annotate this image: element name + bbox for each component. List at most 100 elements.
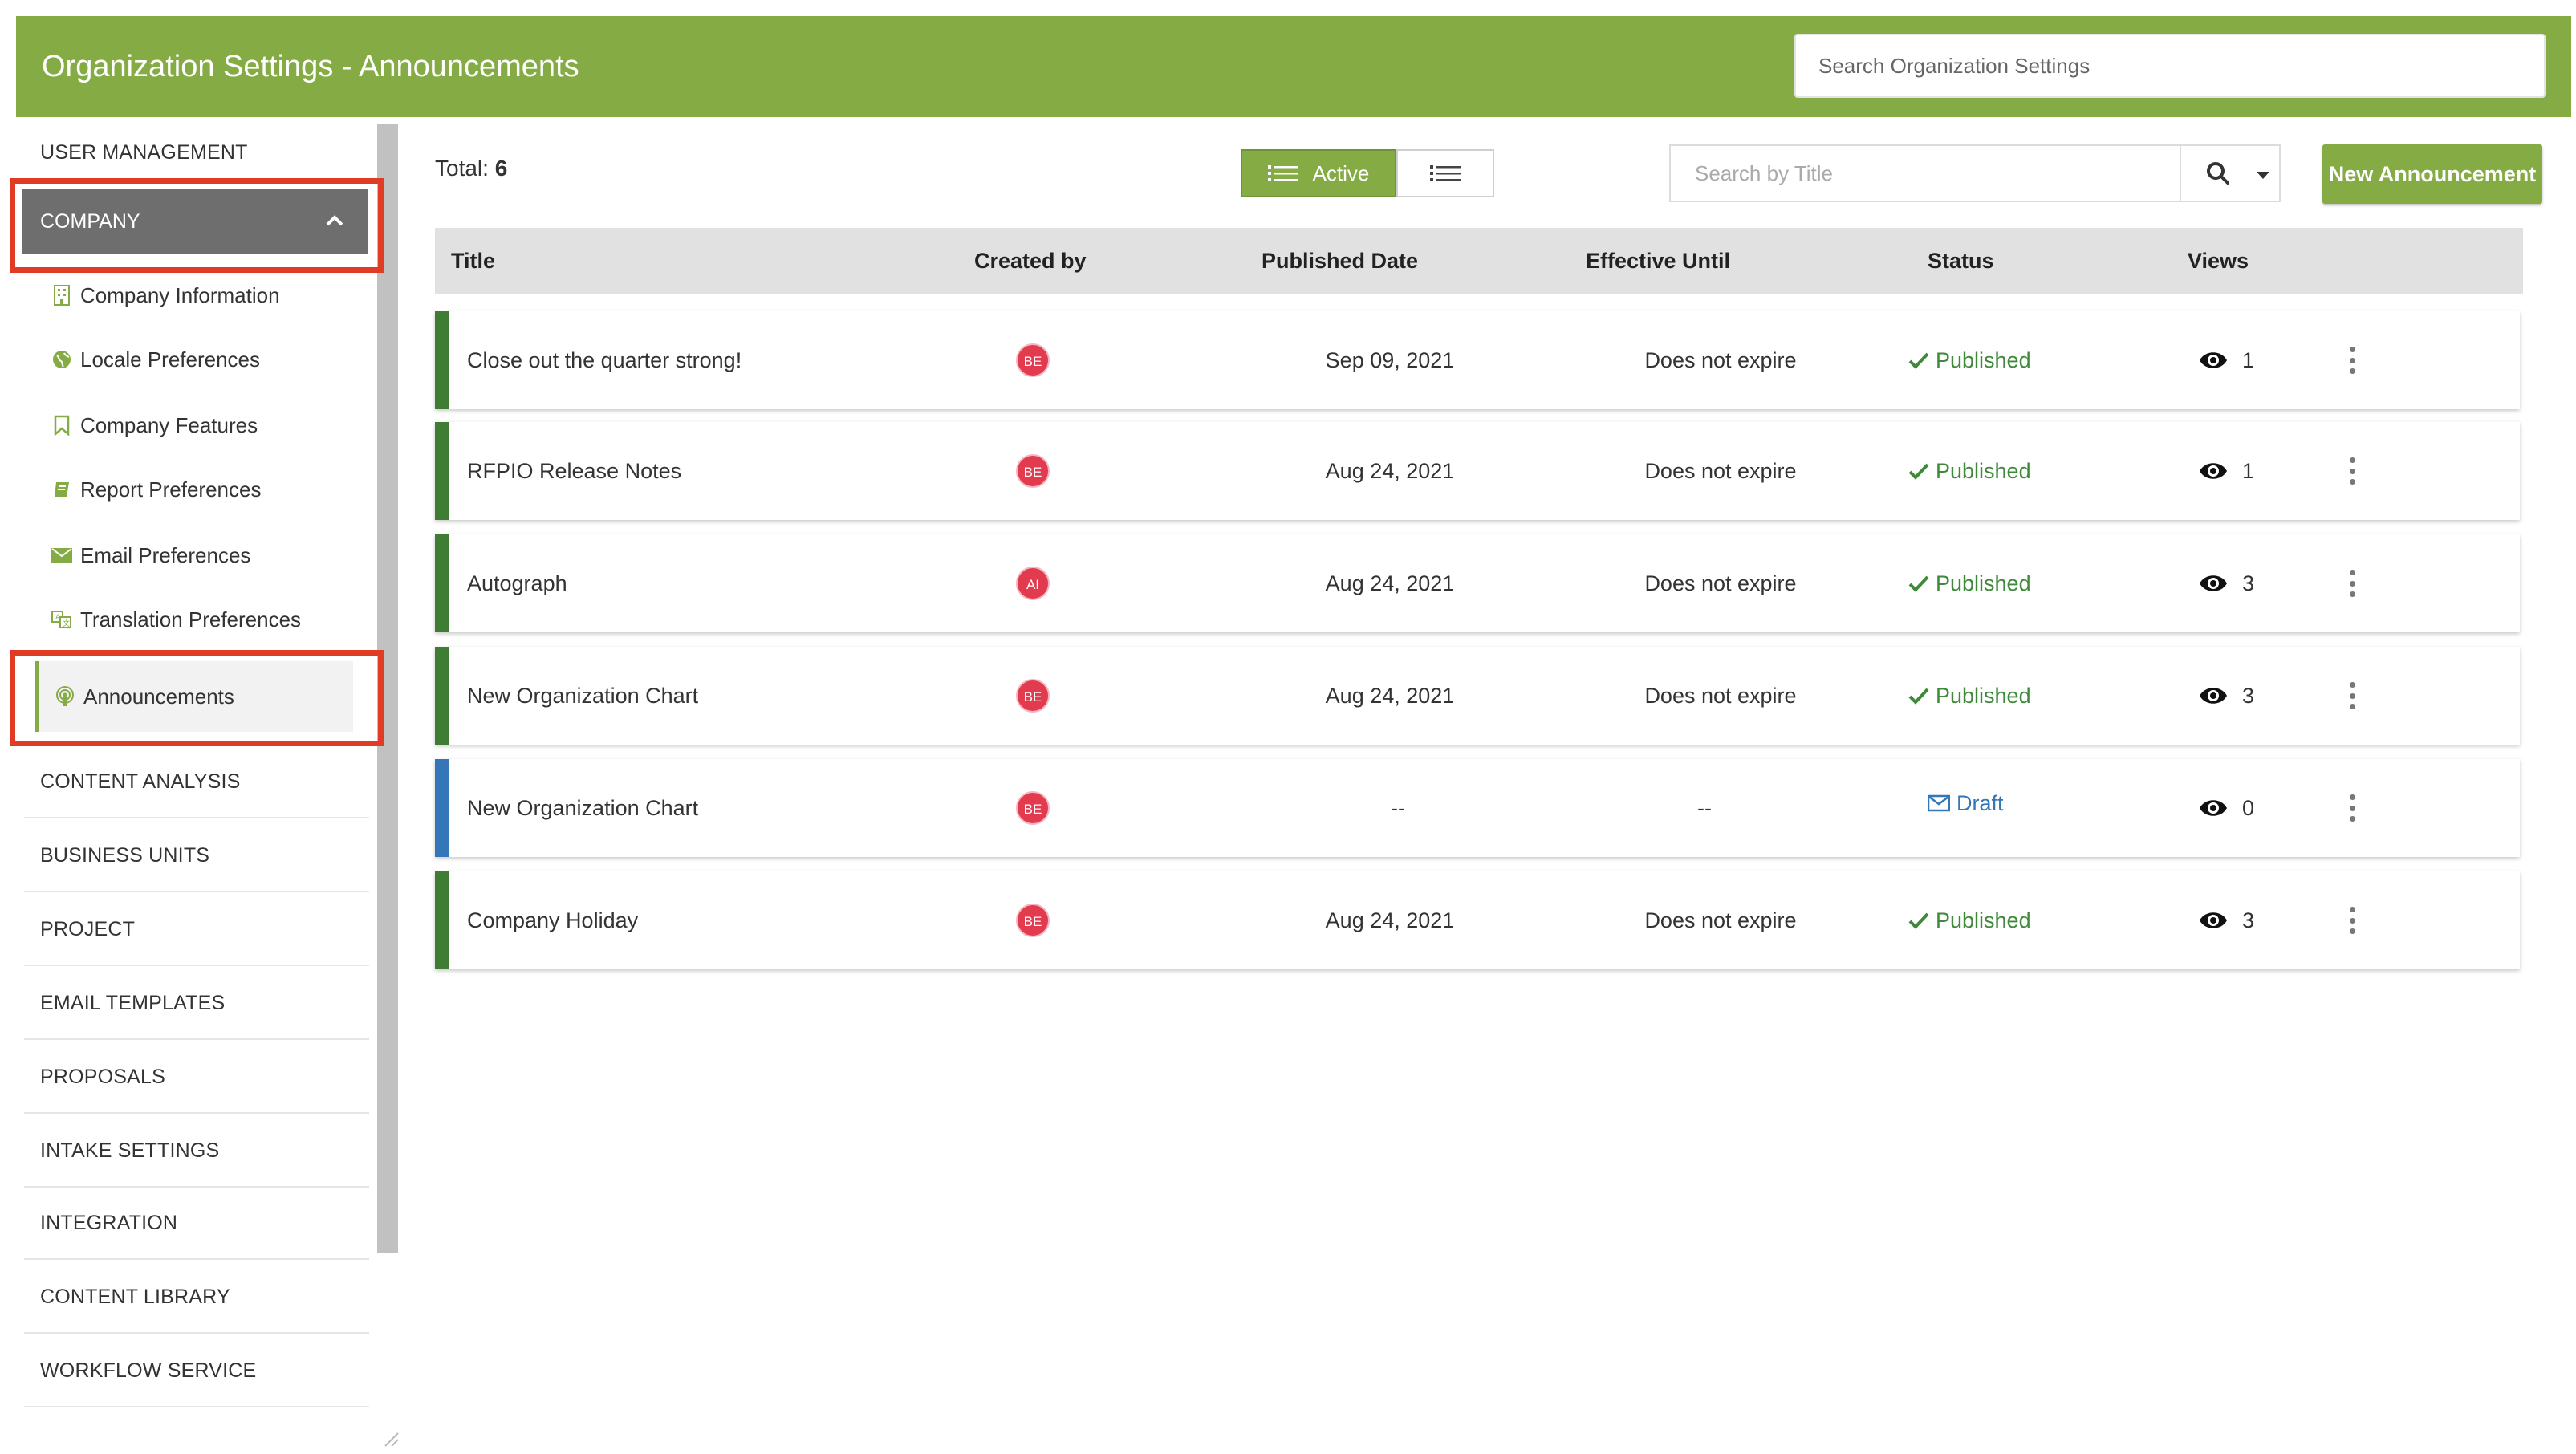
status-label: Published — [1936, 683, 2031, 708]
column-header-effective-until[interactable]: Effective Until — [1586, 228, 1730, 294]
check-icon — [1908, 351, 1929, 369]
row-actions-menu-icon[interactable] — [2350, 794, 2356, 822]
row-actions-menu-icon[interactable] — [2350, 457, 2356, 485]
envelope-icon — [51, 545, 72, 566]
svg-text:文: 文 — [63, 619, 70, 628]
sidebar-item-email-preferences[interactable]: Email Preferences — [51, 531, 250, 579]
status-label: Published — [1936, 908, 2031, 932]
total-label: Total: — [435, 156, 489, 181]
views-value: 1 — [2242, 347, 2255, 372]
sidebar-section-project[interactable]: PROJECT — [24, 892, 369, 966]
table-header: Title Created by Published Date Effectiv… — [435, 228, 2523, 294]
avatar: AI — [1016, 567, 1050, 600]
sidebar-section-user-management[interactable]: USER MANAGEMENT — [24, 119, 369, 186]
org-settings-search-input[interactable] — [1794, 34, 2546, 98]
column-header-created-by[interactable]: Created by — [974, 228, 1087, 294]
column-header-published-date[interactable]: Published Date — [1262, 228, 1418, 294]
table-row[interactable]: Close out the quarter strong! BE Sep 09,… — [435, 311, 2520, 409]
row-actions-menu-icon[interactable] — [2350, 907, 2356, 934]
status-label: Published — [1936, 571, 2031, 595]
eye-icon — [2199, 571, 2228, 595]
views-value: 3 — [2242, 571, 2255, 595]
check-icon — [1908, 462, 1929, 480]
announcement-title[interactable]: Close out the quarter strong! — [467, 311, 742, 409]
announcement-title[interactable]: New Organization Chart — [467, 647, 698, 745]
status-label: Draft — [1956, 790, 2004, 815]
eye-icon — [2199, 348, 2228, 372]
effective-until: Does not expire — [1644, 684, 1797, 708]
title-search-input[interactable] — [1669, 144, 2181, 202]
views-count: 3 — [2199, 871, 2254, 969]
announcement-title[interactable]: RFPIO Release Notes — [467, 422, 681, 520]
views-count: 1 — [2199, 311, 2254, 409]
list-icon — [1430, 165, 1461, 181]
announcement-title[interactable]: Autograph — [467, 534, 567, 632]
row-actions-menu-icon[interactable] — [2350, 570, 2356, 597]
sidebar-section-business-units[interactable]: BUSINESS UNITS — [24, 818, 369, 892]
published-date: Aug 24, 2021 — [1325, 908, 1455, 932]
active-filter-button[interactable]: Active — [1241, 149, 1396, 197]
column-header-views[interactable]: Views — [2188, 228, 2249, 294]
resize-grip-icon[interactable] — [380, 1428, 400, 1448]
column-header-title[interactable]: Title — [451, 228, 495, 294]
sidebar-section-content-analysis[interactable]: CONTENT ANALYSIS — [24, 745, 369, 818]
sidebar-item-company-features[interactable]: Company Features — [51, 401, 258, 449]
list-icon — [1267, 165, 1298, 181]
row-actions-menu-icon[interactable] — [2350, 682, 2356, 709]
book-icon — [51, 479, 72, 500]
announcement-title[interactable]: Company Holiday — [467, 871, 638, 969]
sidebar-item-locale-preferences[interactable]: Locale Preferences — [51, 335, 260, 384]
total-value: 6 — [494, 156, 508, 181]
sidebar-section-proposals[interactable]: PROPOSALS — [24, 1040, 369, 1114]
eye-icon — [2199, 459, 2228, 483]
status-badge: Published — [1908, 534, 2031, 632]
sidebar-item-label: Report Preferences — [80, 477, 262, 502]
column-header-status[interactable]: Status — [1928, 228, 1994, 294]
status-label: Published — [1936, 458, 2031, 483]
views-value: 3 — [2242, 908, 2255, 932]
sidebar-item-report-preferences[interactable]: Report Preferences — [51, 465, 261, 514]
status-badge: Published — [1908, 422, 2031, 520]
check-icon — [1908, 912, 1929, 929]
bookmark-icon — [51, 415, 72, 436]
highlight-box-company — [10, 178, 384, 273]
sidebar-section-email-templates[interactable]: EMAIL TEMPLATES — [24, 966, 369, 1040]
eye-icon — [2199, 908, 2228, 932]
table-row[interactable]: New Organization Chart BE -- -- Draft 0 — [435, 759, 2520, 857]
status-badge: Published — [1908, 871, 2031, 969]
avatar: BE — [1016, 454, 1050, 488]
table-row[interactable]: New Organization Chart BE Aug 24, 2021 D… — [435, 647, 2520, 745]
table-row[interactable]: RFPIO Release Notes BE Aug 24, 2021 Does… — [435, 422, 2520, 520]
new-announcement-button[interactable]: New Announcement — [2322, 144, 2542, 204]
sidebar-item-label: Company Information — [80, 283, 280, 307]
sidebar-section-integration[interactable]: INTEGRATION — [24, 1186, 369, 1260]
status-bar — [435, 647, 449, 745]
translate-icon: A文 — [51, 609, 72, 630]
sidebar-item-translation-preferences[interactable]: A文 Translation Preferences — [51, 595, 301, 644]
effective-until: Does not expire — [1644, 571, 1797, 595]
sidebar-item-company-information[interactable]: Company Information — [51, 271, 280, 319]
check-icon — [1908, 687, 1929, 705]
sidebar-section-intake-settings[interactable]: INTAKE SETTINGS — [24, 1114, 369, 1188]
published-date: Sep 09, 2021 — [1325, 348, 1455, 372]
status-bar — [435, 534, 449, 632]
row-actions-menu-icon[interactable] — [2350, 347, 2356, 374]
sidebar-section-workflow-service[interactable]: WORKFLOW SERVICE — [24, 1334, 369, 1407]
table-row[interactable]: Company Holiday BE Aug 24, 2021 Does not… — [435, 871, 2520, 969]
announcement-title[interactable]: New Organization Chart — [467, 759, 698, 857]
sidebar-section-content-library[interactable]: CONTENT LIBRARY — [24, 1260, 369, 1334]
avatar: BE — [1016, 791, 1050, 825]
status-badge: Published — [1908, 311, 2031, 409]
table-row[interactable]: Autograph AI Aug 24, 2021 Does not expir… — [435, 534, 2520, 632]
views-value: 1 — [2242, 458, 2255, 483]
sidebar-item-label: Company Features — [80, 413, 258, 437]
effective-until: Does not expire — [1644, 459, 1797, 483]
status-bar — [435, 759, 449, 857]
total-count: Total: 6 — [435, 156, 507, 181]
views-count: 3 — [2199, 647, 2254, 745]
views-value: 3 — [2242, 683, 2255, 708]
search-dropdown-button[interactable] — [2180, 144, 2281, 202]
all-list-button[interactable] — [1396, 149, 1494, 197]
effective-until: Does not expire — [1644, 348, 1797, 372]
eye-icon — [2199, 796, 2228, 820]
